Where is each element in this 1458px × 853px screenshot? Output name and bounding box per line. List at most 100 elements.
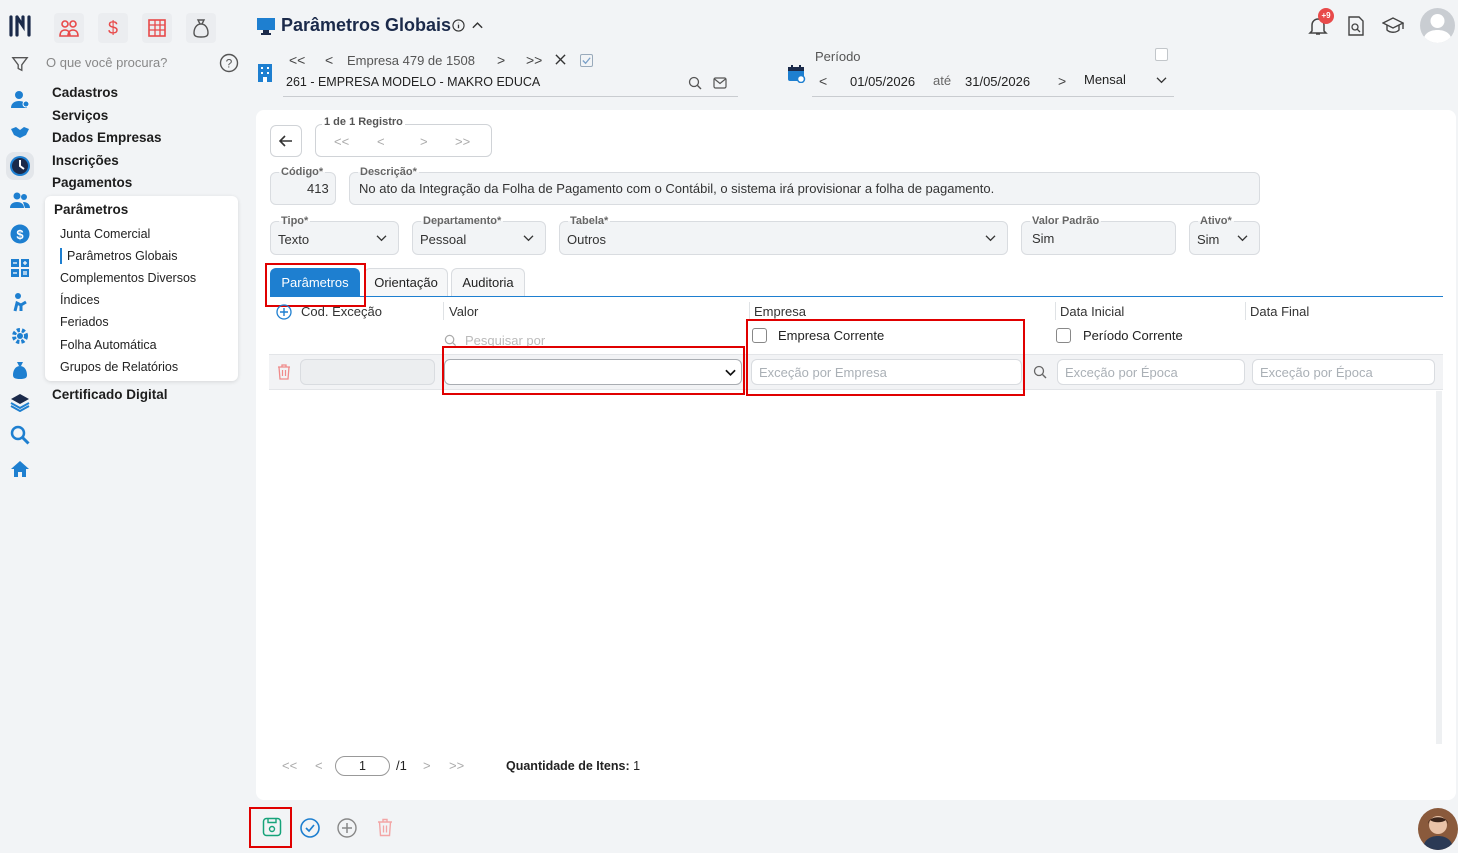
tipo-select[interactable]: Tipo* Texto — [270, 214, 399, 255]
empresa-search-icon[interactable] — [688, 76, 702, 90]
trash-icon[interactable] — [277, 364, 291, 380]
record-next-button[interactable]: > — [420, 134, 428, 149]
empresa-underline — [283, 96, 738, 97]
logo-icon[interactable] — [6, 12, 34, 40]
menu-inscricoes[interactable]: Inscrições — [52, 153, 119, 168]
search-icon[interactable] — [6, 421, 34, 449]
menu-cadastros[interactable]: Cadastros — [52, 85, 118, 100]
handshake-icon[interactable] — [6, 118, 34, 146]
monitor-icon — [256, 17, 276, 35]
menu-servicos[interactable]: Serviços — [52, 108, 108, 123]
data-final-filter-input[interactable]: Exceção por Época — [1252, 359, 1435, 385]
home-icon[interactable] — [6, 455, 34, 483]
tabela-select[interactable]: Tabela* Outros — [559, 214, 1008, 255]
clock-icon[interactable] — [6, 152, 34, 180]
period-end[interactable]: 31/05/2026 — [965, 74, 1030, 89]
grid-scrollbar[interactable] — [1436, 391, 1442, 744]
next-period-button[interactable]: > — [1058, 73, 1066, 89]
info-icon[interactable] — [452, 19, 465, 32]
spreadsheet-icon[interactable] — [142, 13, 172, 43]
building-icon — [257, 63, 273, 83]
add-row-icon[interactable] — [276, 304, 292, 320]
menu-certificado-digital[interactable]: Certificado Digital — [52, 387, 168, 402]
dollar-icon[interactable]: $ — [6, 220, 34, 248]
highlight-tab-parametros — [265, 263, 366, 307]
submenu-parametros-globais[interactable]: Parâmetros Globais — [67, 249, 177, 263]
period-mode-chevron-icon[interactable] — [1155, 76, 1168, 85]
page-first-button[interactable]: << — [282, 758, 297, 773]
page-next-button[interactable]: > — [423, 758, 431, 773]
codigo-field[interactable]: Código* 413 — [270, 165, 336, 205]
back-button[interactable] — [270, 125, 302, 157]
empresa-filter-search-icon[interactable] — [1033, 365, 1047, 379]
chevron-down-icon — [376, 235, 387, 242]
menu-dados-empresas[interactable]: Dados Empresas — [52, 130, 162, 145]
close-icon[interactable] — [555, 54, 566, 65]
period-start[interactable]: 01/05/2026 — [850, 74, 915, 89]
col-data-inicial[interactable]: Data Inicial — [1060, 304, 1124, 319]
departamento-select[interactable]: Departamento* Pessoal — [412, 214, 546, 255]
menu-parametros[interactable]: Parâmetros — [54, 202, 128, 217]
assistant-avatar[interactable] — [1418, 808, 1458, 850]
users-icon[interactable] — [6, 186, 34, 214]
descricao-field[interactable]: Descrição* No ato da Integração da Folha… — [349, 165, 1260, 205]
submenu-junta-comercial[interactable]: Junta Comercial — [60, 227, 150, 241]
descricao-value: No ato da Integração da Folha de Pagamen… — [359, 181, 995, 196]
document-search-icon[interactable] — [1347, 16, 1365, 36]
dollar-sign-icon[interactable]: $ — [98, 13, 128, 43]
record-first-button[interactable]: << — [334, 134, 349, 149]
col-divider — [1245, 302, 1246, 320]
ativo-select[interactable]: Ativo* Sim — [1189, 214, 1260, 255]
person-icon[interactable] — [6, 288, 34, 316]
chevron-up-icon[interactable] — [471, 20, 484, 30]
group-icon[interactable] — [54, 13, 84, 43]
page-last-button[interactable]: >> — [449, 758, 464, 773]
add-icon[interactable] — [337, 818, 357, 838]
delete-icon[interactable] — [377, 818, 393, 837]
cod-excecao-filter[interactable] — [300, 359, 435, 385]
confirm-icon[interactable] — [300, 818, 320, 838]
period-mode[interactable]: Mensal — [1084, 72, 1126, 87]
tab-orientacao[interactable]: Orientação — [364, 268, 448, 296]
gear-icon[interactable] — [6, 322, 34, 350]
submenu-feriados[interactable]: Feriados — [60, 315, 109, 329]
prev-empresa-button[interactable]: < — [325, 52, 333, 68]
help-icon[interactable]: ? — [219, 53, 239, 73]
col-data-final[interactable]: Data Final — [1250, 304, 1309, 319]
user-icon[interactable] — [6, 85, 34, 113]
first-empresa-button[interactable]: << — [289, 52, 305, 68]
submenu-complementos-diversos[interactable]: Complementos Diversos — [60, 271, 196, 285]
submenu-indices[interactable]: Índices — [60, 293, 100, 307]
next-empresa-button[interactable]: > — [497, 52, 505, 68]
periodo-corrente-checkbox[interactable] — [1056, 328, 1071, 343]
col-valor[interactable]: Valor — [449, 304, 478, 319]
menu-pagamentos[interactable]: Pagamentos — [52, 175, 132, 190]
last-empresa-button[interactable]: >> — [526, 52, 542, 68]
money-bag-outline-icon[interactable] — [186, 13, 216, 43]
data-inicial-filter-input[interactable]: Exceção por Época — [1057, 359, 1245, 385]
empresa-name[interactable]: 261 - EMPRESA MODELO - MAKRO EDUCA — [286, 75, 540, 89]
filter-icon[interactable] — [6, 50, 34, 78]
graduation-cap-icon[interactable] — [1382, 17, 1404, 35]
valor-padrao-field[interactable]: Valor Padrão Sim — [1021, 214, 1176, 255]
prev-period-button[interactable]: < — [819, 73, 827, 89]
money-bag-icon[interactable] — [6, 356, 34, 384]
periodo-corrente-label: Período Corrente — [1083, 328, 1183, 343]
periodo-checkbox[interactable] — [1155, 48, 1168, 61]
layers-icon[interactable] — [6, 388, 34, 416]
mail-icon[interactable] — [713, 77, 727, 89]
page-number-input[interactable]: 1 — [335, 756, 390, 776]
avatar[interactable] — [1420, 8, 1455, 43]
calendar-icon[interactable] — [786, 63, 806, 83]
record-last-button[interactable]: >> — [455, 134, 470, 149]
search-input[interactable]: O que você procura? — [46, 55, 167, 70]
calculator-icon[interactable] — [6, 254, 34, 282]
empresa-checkbox[interactable] — [580, 54, 593, 67]
tab-auditoria[interactable]: Auditoria — [451, 268, 525, 296]
submenu-folha-automatica[interactable]: Folha Automática — [60, 338, 157, 352]
col-cod-excecao[interactable]: Cod. Exceção — [301, 304, 382, 319]
record-prev-button[interactable]: < — [377, 134, 385, 149]
col-empresa[interactable]: Empresa — [754, 304, 806, 319]
page-prev-button[interactable]: < — [315, 758, 323, 773]
submenu-grupos-relatorios[interactable]: Grupos de Relatórios — [60, 360, 178, 374]
